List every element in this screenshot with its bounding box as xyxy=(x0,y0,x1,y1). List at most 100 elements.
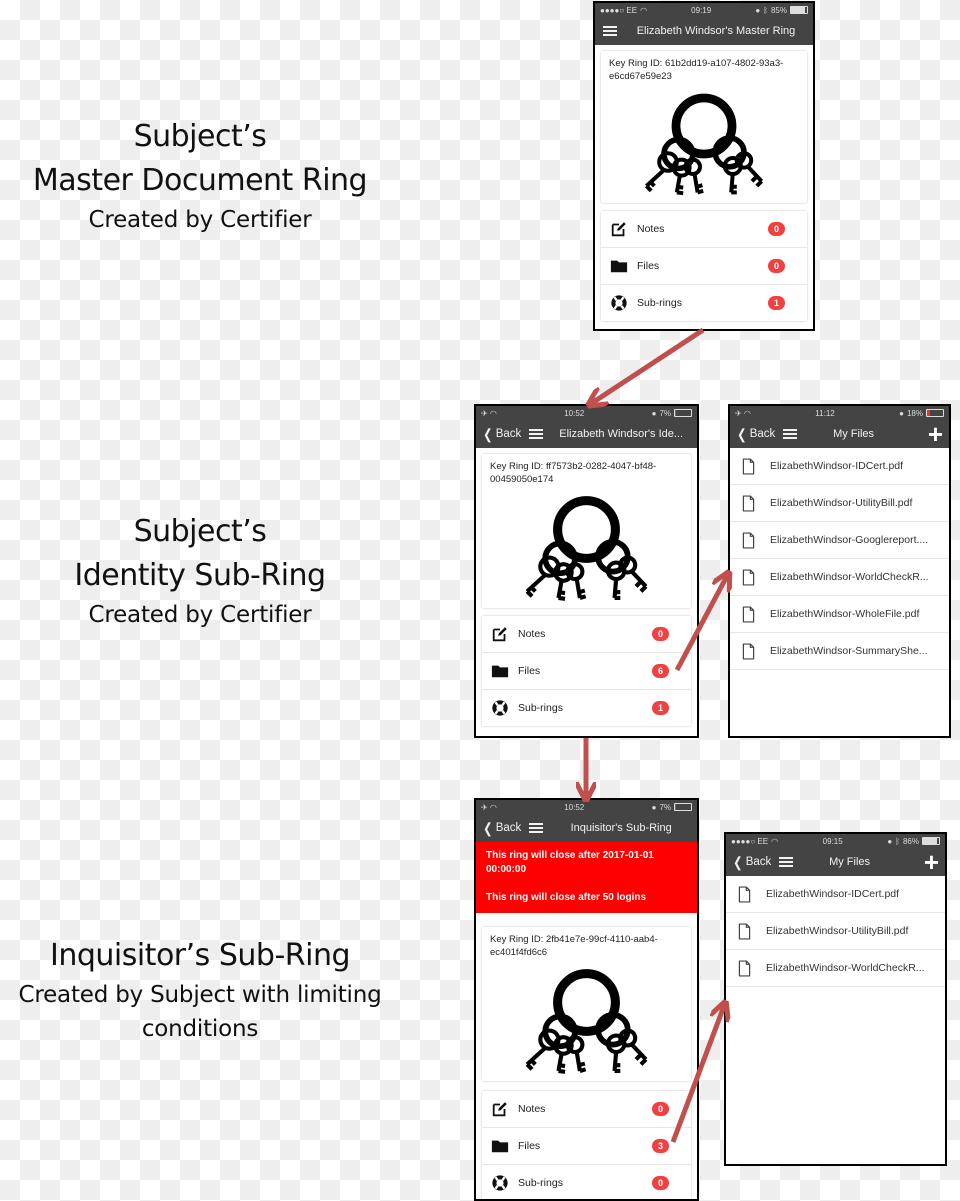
nav-bar: ❮ Back My Files + xyxy=(730,420,949,448)
battery-fill xyxy=(791,7,805,13)
folder-icon xyxy=(491,1137,509,1155)
count-badge: 0 xyxy=(768,259,785,273)
back-button[interactable]: ❮ Back xyxy=(736,427,775,441)
caption-subtitle-line: conditions xyxy=(141,1016,259,1042)
menu-icon[interactable] xyxy=(779,857,794,867)
file-item[interactable]: ElizabethWindsor-WholeFile.pdf xyxy=(730,596,949,633)
file-list: ElizabethWindsor-IDCert.pdf ElizabethWin… xyxy=(730,448,949,670)
add-file-button[interactable]: + xyxy=(928,421,943,447)
battery-fill xyxy=(675,410,677,416)
bluetooth-icon: ᛒ xyxy=(763,5,768,15)
chevron-left-icon: ❮ xyxy=(483,426,493,442)
file-name: ElizabethWindsor-SummaryShe... xyxy=(770,645,928,657)
menu-item-sub-rings[interactable]: Sub-rings 1 xyxy=(601,285,807,321)
edit-note-icon xyxy=(491,625,509,643)
add-file-button[interactable]: + xyxy=(924,849,939,875)
menu-icon[interactable] xyxy=(603,26,617,36)
count-badge: 0 xyxy=(652,1102,669,1116)
screen-inquisitor-ring: ✈ ◠ 10:52 ● 7% ❮ Back Inquisitor's Sub-Rin… xyxy=(474,798,699,1201)
count-badge: 1 xyxy=(768,296,785,310)
airplane-wifi-icon: ✈ ◠ xyxy=(481,408,497,418)
alarm-icon: ● xyxy=(899,408,904,418)
file-item[interactable]: ElizabethWindsor-IDCert.pdf xyxy=(726,876,945,913)
edit-note-icon xyxy=(491,1100,509,1118)
menu-item-label: Files xyxy=(518,1140,541,1152)
count-badge: 3 xyxy=(652,1139,669,1153)
count-badge: 0 xyxy=(768,222,785,236)
menu-icon[interactable] xyxy=(783,429,798,439)
ring-menu: Notes 0 Files 6 Sub-rings 1 xyxy=(482,616,691,726)
caption-title-line: Identity Sub-Ring xyxy=(74,558,326,593)
folder-icon xyxy=(610,257,628,275)
file-name: ElizabethWindsor-WorldCheckR... xyxy=(766,962,925,974)
ring-menu: Notes 0 Files 3 Sub-rings 0 xyxy=(482,1091,691,1201)
signal-icon: ●●●●○ EE xyxy=(600,5,638,15)
file-name: ElizabethWindsor-IDCert.pdf xyxy=(766,888,900,900)
caption-title-line: Subject’s xyxy=(133,119,267,154)
menu-item-notes[interactable]: Notes 0 xyxy=(601,211,807,248)
alarm-icon: ● xyxy=(887,836,893,846)
airplane-wifi-icon: ✈ ◠ xyxy=(735,408,751,418)
nav-bar: Elizabeth Windsor's Master Ring xyxy=(595,17,813,45)
nav-bar: ❮ Back Inquisitor's Sub-Ring xyxy=(476,814,697,842)
lifebuoy-icon xyxy=(491,1174,509,1192)
count-badge: 1 xyxy=(652,701,669,715)
menu-item-notes[interactable]: Notes 0 xyxy=(482,1091,691,1128)
key-ring-card: Key Ring ID: 61b2dd19-a107-4802-93a3-e6c… xyxy=(601,51,807,203)
alarm-icon: ● xyxy=(651,408,657,418)
key-ring-id: Key Ring ID: ff7573b2-0282-4047-bf48-004… xyxy=(490,461,657,485)
file-item[interactable]: ElizabethWindsor-UtilityBill.pdf xyxy=(726,913,945,950)
menu-item-files[interactable]: Files 6 xyxy=(482,653,691,690)
status-bar: ✈ ◠ 10:52 ● 7% xyxy=(476,406,697,420)
status-bar: ●●●●○ EE ◠ 09:15 ● ᛒ 86% xyxy=(726,834,945,848)
menu-icon[interactable] xyxy=(529,429,544,439)
keyring-icon xyxy=(504,490,669,602)
file-icon xyxy=(742,606,755,623)
menu-item-sub-rings[interactable]: Sub-rings 1 xyxy=(482,690,691,726)
menu-item-files[interactable]: Files 0 xyxy=(601,248,807,285)
back-button[interactable]: ❮ Back xyxy=(482,821,521,835)
keyring-icon xyxy=(624,87,784,197)
nav-bar: ❮ Back Elizabeth Windsor's Ide... xyxy=(476,420,697,448)
file-item[interactable]: ElizabethWindsor-UtilityBill.pdf xyxy=(730,485,949,522)
screen-master-ring: ●●●●○ EE ◠ 09:19 ● ᛒ 85% Elizabeth Windsor'… xyxy=(593,1,815,331)
menu-item-label: Sub-rings xyxy=(637,297,682,309)
file-name: ElizabethWindsor-WholeFile.pdf xyxy=(770,608,920,620)
chevron-left-icon: ❮ xyxy=(737,426,747,442)
battery-fill xyxy=(675,804,677,810)
file-name: ElizabethWindsor-UtilityBill.pdf xyxy=(766,925,909,937)
key-ring-id: Key Ring ID: 2fb41e7e-99cf-4110-aab4-ec4… xyxy=(490,934,658,958)
menu-item-label: Sub-rings xyxy=(518,1177,563,1189)
status-time: 10:52 xyxy=(564,408,585,418)
screen-inquisitor-files: ●●●●○ EE ◠ 09:15 ● ᛒ 86% ❮ Back My Files + E… xyxy=(724,832,947,1166)
menu-icon[interactable] xyxy=(529,823,544,833)
file-name: ElizabethWindsor-Googlereport.... xyxy=(770,534,929,546)
screen-title: Inquisitor's Sub-Ring xyxy=(570,822,672,834)
file-name: ElizabethWindsor-UtilityBill.pdf xyxy=(770,497,913,509)
file-item[interactable]: ElizabethWindsor-IDCert.pdf xyxy=(730,448,949,485)
caption-title-line: Master Document Ring xyxy=(32,163,368,198)
file-icon xyxy=(738,960,751,977)
file-item[interactable]: ElizabethWindsor-WorldCheckR... xyxy=(726,950,945,987)
file-item[interactable]: ElizabethWindsor-Googlereport.... xyxy=(730,522,949,559)
caption-inquisitor-ring: Inquisitor’s Sub-Ring Created by Subject… xyxy=(0,934,400,1046)
back-button[interactable]: ❮ Back xyxy=(732,855,771,869)
status-time: 11:12 xyxy=(815,408,835,418)
ring-conditions-banner: This ring will close after 2017-01-01 00… xyxy=(476,842,697,913)
battery-icon xyxy=(674,409,692,417)
caption-identity-ring: Subject’s Identity Sub-Ring Created by C… xyxy=(0,510,400,632)
arrow-master-to-identity xyxy=(592,327,705,403)
keyring-icon xyxy=(504,963,669,1075)
file-item[interactable]: ElizabethWindsor-SummaryShe... xyxy=(730,633,949,670)
file-item[interactable]: ElizabethWindsor-WorldCheckR... xyxy=(730,559,949,596)
menu-item-sub-rings[interactable]: Sub-rings 0 xyxy=(482,1165,691,1201)
menu-item-files[interactable]: Files 3 xyxy=(482,1128,691,1165)
lifebuoy-icon xyxy=(610,294,628,312)
back-button[interactable]: ❮ Back xyxy=(482,427,521,441)
back-label: Back xyxy=(749,428,776,440)
battery-icon xyxy=(790,6,808,14)
lifebuoy-icon xyxy=(491,699,509,717)
menu-item-notes[interactable]: Notes 0 xyxy=(482,616,691,653)
battery-percent: 86% xyxy=(902,836,919,846)
login-limit-condition: This ring will close after 50 logins xyxy=(486,892,647,903)
